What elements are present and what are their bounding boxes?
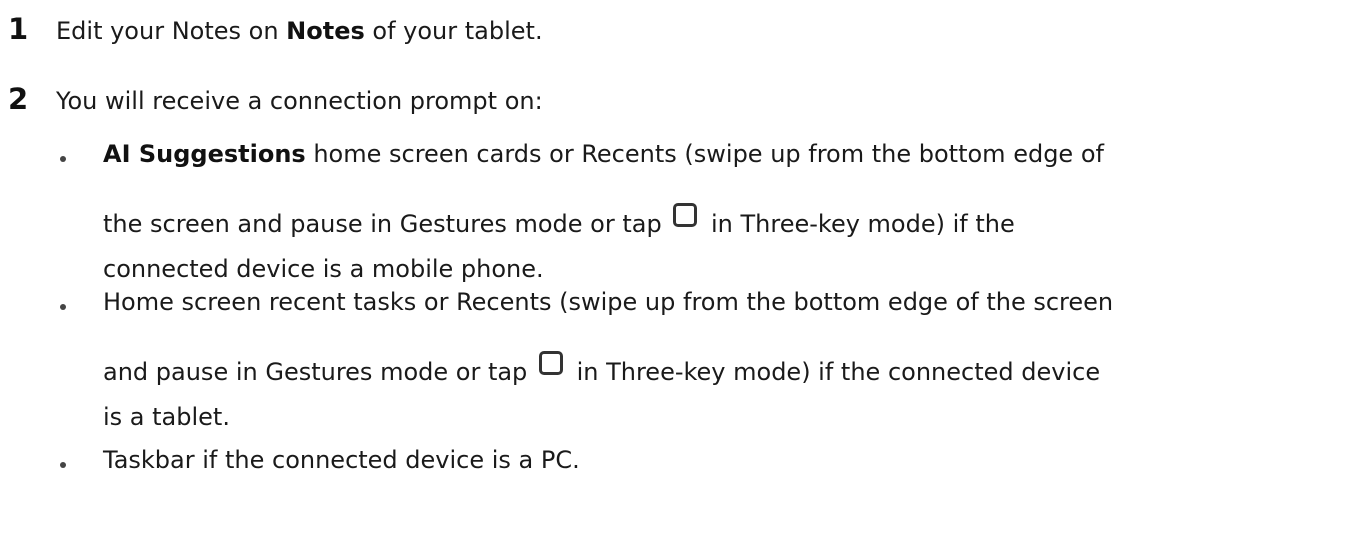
bullet-dot-icon xyxy=(60,462,66,468)
step-number: 1 xyxy=(8,12,29,46)
bullet-text: in Three-key mode) if the connected devi… xyxy=(576,358,1101,386)
step-text: You will receive a connection prompt on: xyxy=(56,87,543,115)
bullet-line: and pause in Gestures mode or tap in Thr… xyxy=(103,351,1101,386)
bullet-line: AI Suggestions home screen cards or Rece… xyxy=(103,140,1104,168)
bullet-text: the screen and pause in Gestures mode or… xyxy=(103,210,662,238)
feature-name-ai-suggestions: AI Suggestions xyxy=(103,140,306,168)
app-name-notes: Notes xyxy=(286,17,365,45)
step-text-before: Edit your Notes on xyxy=(56,17,287,45)
step-text: Edit your Notes on Notes of your tablet. xyxy=(56,17,543,45)
bullet-text: home screen cards or Recents (swipe up f… xyxy=(305,140,1104,168)
bullet-line: Taskbar if the connected device is a PC. xyxy=(103,446,580,474)
bullet-line: connected device is a mobile phone. xyxy=(103,255,544,283)
recents-key-icon xyxy=(673,203,698,227)
step-text-after: of your tablet. xyxy=(364,17,543,45)
bullet-line: Home screen recent tasks or Recents (swi… xyxy=(103,288,1114,316)
bullet-text: and pause in Gestures mode or tap xyxy=(103,358,528,386)
bullet-dot-icon xyxy=(60,304,66,310)
instructions-document: 1 Edit your Notes on Notes of your table… xyxy=(0,0,1368,533)
step-1: 1 Edit your Notes on Notes of your table… xyxy=(0,12,543,46)
bullet-line: the screen and pause in Gestures mode or… xyxy=(103,203,1015,238)
step-2: 2 You will receive a connection prompt o… xyxy=(0,82,543,116)
recents-key-icon xyxy=(538,351,563,375)
bullet-dot-icon xyxy=(60,156,66,162)
bullet-line: is a tablet. xyxy=(103,403,230,431)
step-number: 2 xyxy=(8,82,29,116)
bullet-text: in Three-key mode) if the xyxy=(711,210,1015,238)
